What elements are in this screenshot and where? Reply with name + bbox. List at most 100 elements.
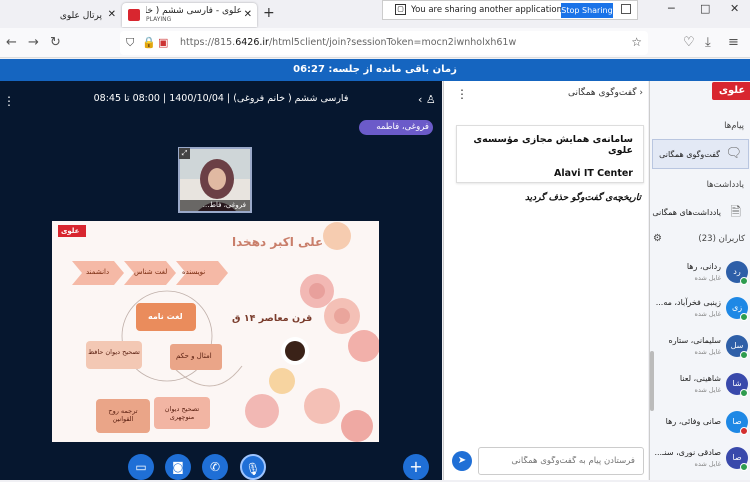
status-dot (740, 463, 748, 471)
session-timer: زمان باقی مانده از جلسه: 06:27 (0, 59, 750, 81)
user-list-item[interactable]: شا شاهینی، لعنا غایل شده (650, 371, 750, 401)
user-list-item[interactable]: زی زینبی فخرآباد، مه... غایل شده (650, 295, 750, 325)
gear-icon[interactable]: ⚙ (653, 233, 662, 244)
reload-icon[interactable]: ↻ (50, 35, 61, 50)
url-prefix: https://815. (180, 37, 236, 48)
status-dot (740, 313, 748, 321)
users-header: کاربران (23) (698, 234, 745, 244)
url-bar[interactable]: ⛉ 🔒 ▣ https://815.6426.ir/html5client/jo… (120, 31, 648, 55)
welcome-line2: Alavi IT Center (554, 168, 633, 179)
close-window-icon[interactable]: ✕ (730, 2, 739, 15)
camera-button[interactable]: ◙ (165, 454, 191, 480)
slide-work: تصحیح دیوان حافظ (88, 348, 140, 356)
user-status: غایل شده (694, 274, 721, 282)
tab-meeting[interactable]: علوی - فارسی ششم ( خانم فروغ PLAYING ✕ (122, 3, 257, 27)
avatar: رد (726, 261, 748, 285)
presentation-slide: علوی علی اکبر دهخدا قرن معاصر ۱۴ ق نویسن… (52, 221, 379, 442)
user-list-sidebar: علوی پیام‌ها 🗨 گفت‌وگوی همگانی یادداشت‌ه… (649, 81, 750, 480)
bookmark-star-icon[interactable]: ☆ (631, 35, 642, 49)
status-dot (740, 351, 748, 359)
user-name: ردانی، رها (686, 262, 721, 271)
close-icon[interactable]: ✕ (108, 9, 116, 20)
slide-tag: نویسنده (182, 268, 206, 276)
stop-sharing-button[interactable]: Stop Sharing (561, 3, 613, 18)
shared-notes-label: یادداشت‌های همگانی (652, 208, 721, 217)
shield-icon[interactable]: ⛉ (126, 36, 134, 50)
avatar: شا (726, 373, 748, 397)
user-status: غایل شده (694, 310, 721, 318)
tab-title: علوی - فارسی ششم ( خانم فروغ (146, 6, 242, 16)
chat-header-title: گفت‌وگوی همگانی (568, 88, 637, 98)
minimize-window-icon[interactable]: ─ (668, 2, 675, 15)
back-arrow-icon[interactable]: ← (6, 35, 17, 50)
avatar-initials: سل (730, 341, 744, 350)
phone-audio-button[interactable]: ✆ (202, 454, 228, 480)
new-tab-plus-icon[interactable]: + (263, 5, 275, 21)
permissions-icon[interactable]: ▣ (158, 36, 168, 49)
chat-header[interactable]: ‹ گفت‌وگوی همگانی (444, 88, 649, 98)
user-list-item[interactable]: صا صانی وفائی، رها (650, 409, 750, 439)
avatar-initials: زی (731, 303, 743, 312)
shared-chat-item[interactable]: 🗨 گفت‌وگوی همگانی (652, 139, 749, 169)
slide-heading: علی اکبر دهخدا (232, 235, 324, 249)
url-domain: 6426.ir (235, 37, 269, 48)
messages-header: پیام‌ها (724, 121, 744, 131)
tab-playing-label: PLAYING (146, 16, 172, 23)
user-status: غایل شده (694, 460, 721, 468)
presenter-name: فروغی، فاطمه (376, 122, 429, 132)
notes-header: یادداشت‌ها (706, 180, 744, 190)
avatar: سل (726, 335, 748, 359)
presenter-badge: فروغی، فاطمه (359, 120, 433, 135)
avatar-initials: صا (732, 417, 742, 426)
downloads-icon[interactable]: ⤓ (705, 35, 711, 50)
brand-logo: علوی (712, 82, 750, 100)
close-icon[interactable]: ✕ (244, 9, 252, 20)
sharing-notification-bar: ▢ You are sharing another application wi… (382, 0, 638, 20)
chat-panel: ‹ گفت‌وگوی همگانی ⋮ سامانه‌ی همایش مجازی… (443, 81, 648, 480)
url-text[interactable]: https://815.6426.ir/html5client/join?ses… (180, 37, 516, 48)
avatar: زی (726, 297, 748, 321)
slide-tag: لغت شناس (134, 268, 168, 276)
avatar: صا (726, 447, 748, 471)
tab-portal[interactable]: پرتال علوی ✕ (0, 3, 120, 27)
favicon-icon (128, 9, 140, 21)
microphone-button[interactable]: 🎙 (240, 454, 266, 480)
status-dot (740, 427, 748, 435)
expand-icon[interactable]: ⤢ (179, 148, 190, 159)
plus-actions-button[interactable]: + (403, 454, 429, 480)
user-list-item[interactable]: سل سلیمانی، ستاره غایل شده (650, 333, 750, 363)
chat-bubble-icon: 🗨 (725, 146, 742, 161)
webcam-name-label: فروغی، فاط... (180, 200, 250, 211)
menu-icon[interactable]: ≡ (728, 35, 739, 50)
maximize-window-icon[interactable]: □ (700, 2, 710, 15)
welcome-line1: سامانه‌ی همایش مجازی مؤسسه‌ی علوی (473, 134, 633, 156)
shared-notes-item[interactable]: 🗎 یادداشت‌های همگانی (652, 199, 749, 225)
slide-logo: علوی (61, 227, 80, 235)
user-name: صادقی نوری، سنـ... (654, 448, 721, 457)
avatar-initials: صا (732, 453, 742, 462)
user-status: غایل شده (694, 386, 721, 394)
avatar-initials: رد (733, 267, 741, 276)
lock-icon[interactable]: 🔒 (142, 36, 156, 49)
pocket-icon[interactable]: ♡ (683, 35, 695, 50)
user-name: صانی وفائی، رها (665, 417, 721, 426)
share-screen-button[interactable]: ▭ (128, 454, 154, 480)
slide-work: ترجمه روح القوانین (108, 407, 138, 423)
minimize-icon[interactable] (621, 4, 631, 14)
chat-options-icon[interactable]: ⋮ (456, 87, 468, 101)
slide-work: امثال و حکم (176, 352, 212, 360)
user-toggle-icon[interactable]: ‹ ♙ (418, 93, 436, 106)
send-button[interactable]: ➤ (452, 451, 472, 471)
shared-chat-label: گفت‌وگوی همگانی (659, 150, 720, 159)
slide-tag: دانشمند (86, 268, 110, 276)
user-list-item[interactable]: صا صادقی نوری، سنـ... غایل شده (650, 445, 750, 475)
user-list-item[interactable]: رد ردانی، رها غایل شده (650, 259, 750, 289)
user-status: غایل شده (694, 348, 721, 356)
slide-center-node: لغت نامه (148, 312, 183, 321)
user-name: سلیمانی، ستاره (668, 336, 721, 345)
note-icon: 🗎 (730, 205, 741, 220)
meeting-title: فارسی ششم ( خانم فروغی) | 1400/10/04 | 0… (93, 93, 349, 104)
forward-arrow-icon[interactable]: → (28, 35, 39, 50)
window-share-icon: ▢ (395, 4, 406, 15)
chat-message-input[interactable] (478, 447, 644, 475)
